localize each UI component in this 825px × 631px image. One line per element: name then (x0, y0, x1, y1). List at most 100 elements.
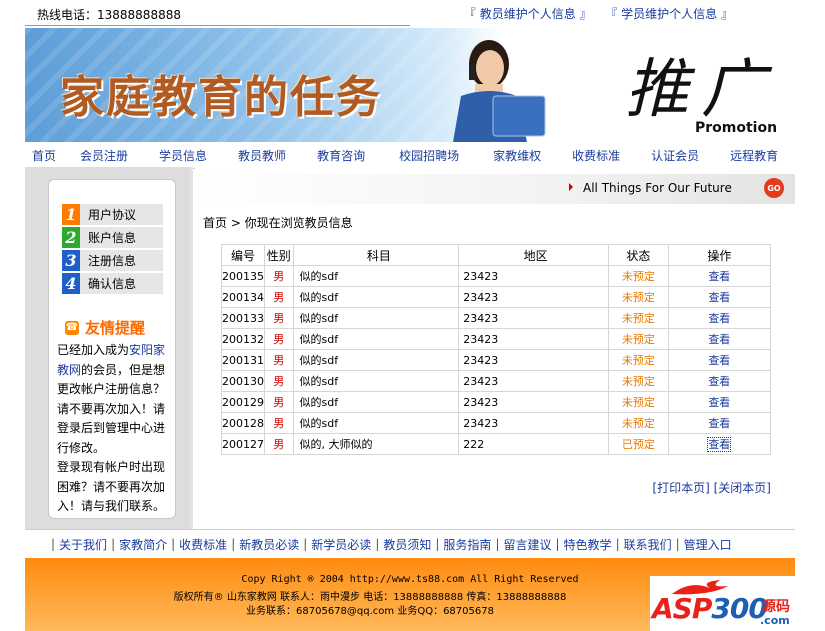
nav-campus-jobs[interactable]: 校园招聘场 (399, 147, 459, 164)
cell-sex: 男 (264, 433, 294, 455)
logo-yuanma: 源码 (762, 599, 790, 615)
cell-sex: 男 (264, 391, 294, 413)
promotion-label: Promotion (695, 120, 778, 136)
footer-link[interactable]: 联系我们 (624, 536, 672, 553)
banner-title: 家庭教育的任务 (60, 72, 382, 123)
cell-area: 23423 (458, 265, 610, 287)
cell-view-link[interactable]: 查看 (667, 349, 772, 371)
footer-link[interactable]: 新学员必读 (311, 536, 371, 553)
cell-view-link[interactable]: 查看 (667, 307, 772, 329)
logo-com: .com (760, 614, 790, 627)
footer-link[interactable]: 关于我们 (59, 536, 107, 553)
cell-area: 23423 (458, 370, 610, 392)
cell-id: 200135 (221, 265, 265, 287)
view-link[interactable]: 查看 (708, 354, 730, 367)
footer-link[interactable]: 服务指南 (443, 536, 491, 553)
view-link[interactable]: 查看 (708, 312, 730, 325)
footer-link[interactable]: 留言建议 (503, 536, 551, 553)
separator: | (375, 537, 380, 551)
cell-area: 23423 (458, 391, 610, 413)
nav-consult[interactable]: 教育咨询 (317, 147, 365, 164)
view-link[interactable]: 查看 (708, 396, 730, 409)
view-link[interactable]: 查看 (708, 333, 730, 346)
separator: | (231, 537, 236, 551)
print-page-link[interactable]: [打印本页] (652, 481, 709, 495)
view-link[interactable]: 查看 (708, 417, 730, 430)
cell-view-link[interactable]: 查看 (667, 370, 772, 392)
footer-link[interactable]: 收费标准 (179, 536, 227, 553)
cell-subject: 似的sdf (292, 328, 460, 350)
table-row: 200127 男似的, 大师似的 222 已预定 查看 (221, 433, 772, 455)
col-area: 地区 (458, 244, 610, 266)
view-link[interactable]: 查看 (708, 375, 730, 388)
separator: | (675, 537, 680, 551)
left-sidebar: 1 用户协议 2 账户信息 3 注册信息 4 确认信息 ☎ 友情提醒 已经加入成… (25, 167, 190, 529)
nav-students[interactable]: 学员信息 (159, 147, 207, 164)
student-maintain-link[interactable]: 『 学员维护个人信息 』 (605, 7, 733, 21)
hotline-text: 热线电话：13888888888 (37, 8, 181, 22)
cell-view-link[interactable]: 查看 (667, 265, 772, 287)
cell-status: 未预定 (608, 328, 669, 350)
sidebar-item-confirm[interactable]: 4 确认信息 (62, 273, 163, 294)
cell-status: 未预定 (608, 265, 669, 287)
main-nav: 首页 会员注册 学员信息 教员教师 教育咨询 校园招聘场 家教维权 收费标准 认… (25, 142, 795, 169)
table-row: 200132 男似的sdf 23423 未预定 查看 (221, 328, 772, 350)
nav-rights[interactable]: 家教维权 (493, 147, 541, 164)
teacher-maintain-link[interactable]: 『 教员维护个人信息 』 (464, 7, 592, 21)
sidebar-item-agreement[interactable]: 1 用户协议 (62, 204, 163, 225)
cell-view-link[interactable]: 查看 (667, 433, 772, 455)
table-row: 200129 男似的sdf 23423 未预定 查看 (221, 391, 772, 413)
footer-link[interactable]: 家教简介 (119, 536, 167, 553)
reminder-title: 友情提醒 (85, 319, 146, 337)
cell-view-link[interactable]: 查看 (667, 286, 772, 308)
cell-view-link[interactable]: 查看 (667, 412, 772, 434)
cell-status: 未预定 (608, 412, 669, 434)
view-link[interactable]: 查看 (708, 291, 730, 304)
page-actions: [打印本页] [关闭本页] (652, 479, 771, 496)
sidebar-item-account[interactable]: 2 账户信息 (62, 227, 163, 248)
view-link[interactable]: 查看 (707, 437, 732, 452)
nav-home[interactable]: 首页 (32, 147, 56, 164)
nav-register[interactable]: 会员注册 (80, 147, 128, 164)
separator: | (555, 537, 560, 551)
sidebar-item-label: 注册信息 (88, 254, 137, 268)
cell-sex: 男 (264, 349, 294, 371)
nav-certified[interactable]: 认证会员 (651, 147, 699, 164)
step-1-icon: 1 (62, 204, 80, 225)
step-3-icon: 3 (62, 250, 80, 271)
footer-link[interactable]: 特色教学 (564, 536, 612, 553)
nav-fees[interactable]: 收费标准 (572, 147, 620, 164)
separator: | (171, 537, 176, 551)
cell-area: 23423 (458, 328, 610, 350)
table-row: 200133 男似的sdf 23423 未预定 查看 (221, 307, 772, 329)
col-sex: 性别 (264, 244, 294, 266)
sidebar-item-registration[interactable]: 3 注册信息 (62, 250, 163, 271)
cell-view-link[interactable]: 查看 (667, 328, 772, 350)
footer-link[interactable]: 教员须知 (383, 536, 431, 553)
table-row: 200131 男似的sdf 23423 未预定 查看 (221, 349, 772, 371)
separator: | (495, 537, 500, 551)
top-bar: 热线电话：13888888888 『 教员维护个人信息 』 『 学员维护个人信息… (25, 0, 795, 28)
cell-subject: 似的sdf (292, 307, 460, 329)
col-subject: 科目 (292, 244, 460, 266)
cell-area: 23423 (458, 412, 610, 434)
separator: | (111, 537, 116, 551)
cell-id: 200129 (221, 391, 265, 413)
notice-text-c: 登录现有帐户时出现困难？请不要再次加入！请与我们联系。 (57, 460, 166, 513)
go-button[interactable]: GO (764, 178, 784, 198)
nav-teachers[interactable]: 教员教师 (238, 147, 286, 164)
close-page-link[interactable]: [关闭本页] (714, 481, 771, 495)
table-header-row: 编号 性别 科目 地区 状态 操作 (221, 244, 772, 266)
col-action: 操作 (667, 244, 772, 266)
footer-link[interactable]: 管理入口 (684, 536, 732, 553)
footer-link[interactable]: 新教员必读 (239, 536, 299, 553)
separator: | (303, 537, 308, 551)
step-2-icon: 2 (62, 227, 80, 248)
cell-view-link[interactable]: 查看 (667, 391, 772, 413)
cell-sex: 男 (264, 286, 294, 308)
view-link[interactable]: 查看 (708, 270, 730, 283)
logo-asp: ASP300 (652, 592, 768, 625)
nav-remote[interactable]: 远程教育 (730, 147, 778, 164)
cell-status: 未预定 (608, 391, 669, 413)
step-4-icon: 4 (62, 273, 80, 294)
